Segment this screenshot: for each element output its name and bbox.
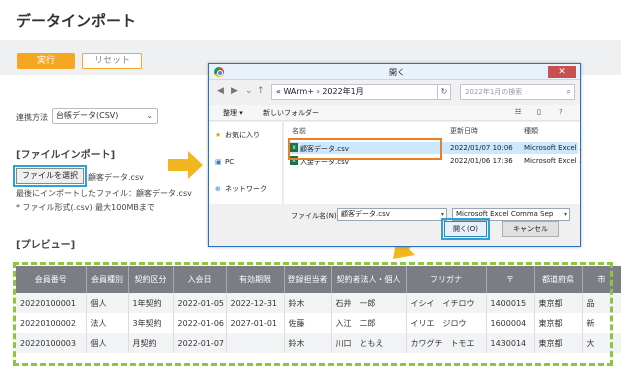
linkage-select-value: 台帳データ(CSV) <box>56 111 119 120</box>
last-import-text: 最後にインポートしたファイル：顧客データ.csv <box>16 189 192 198</box>
network-icon: ⊕ <box>215 185 221 193</box>
address-path: « WArm+ › 2022年1月 <box>276 87 364 96</box>
file-format-note: * ファイル形式(.csv) 最大100MBまで <box>16 203 155 212</box>
recent-icon[interactable]: ⌄ <box>245 86 253 96</box>
chevron-down-icon: ⌄ <box>146 111 153 120</box>
preview-heading: [プレビュー] <box>16 240 76 251</box>
chrome-icon <box>214 67 224 77</box>
nav-item-network[interactable]: ⊕ ネットワーク <box>215 184 267 194</box>
search-placeholder: 2022年1月の検索 <box>465 88 523 96</box>
column-date[interactable]: 更新日時 <box>450 126 478 136</box>
highlight-frame-preview <box>13 262 613 366</box>
open-file-dialog: 開く ✕ ◀ ▶ ⌄ ↑ « WArm+ › 2022年1月 ⌄ ↻ 2022年… <box>208 63 581 247</box>
view-icon[interactable]: ☷ <box>515 108 521 116</box>
page-header: データインポート <box>0 0 621 40</box>
highlight-frame-selected-file <box>288 138 442 160</box>
chosen-file-name: 顧客データ.csv <box>88 173 144 182</box>
linkage-label: 連携方法 <box>16 113 48 122</box>
new-folder-button[interactable]: 新しいフォルダー <box>263 108 319 118</box>
file-type: Microsoft Excel ... <box>524 144 580 152</box>
close-icon[interactable]: ✕ <box>548 66 576 78</box>
column-type[interactable]: 種類 <box>524 126 538 136</box>
file-list: 名前 更新日時 種類 x 顧客データ.csv 2022/01/07 10:06 … <box>284 122 580 204</box>
chevron-down-icon: ▾ <box>563 211 567 218</box>
choose-file-button[interactable]: ファイルを選択 <box>16 168 84 184</box>
linkage-select[interactable]: 台帳データ(CSV) ⌄ <box>52 108 158 124</box>
address-row: ◀ ▶ ⌄ ↑ « WArm+ › 2022年1月 ⌄ ↻ 2022年1月の検索… <box>215 84 575 101</box>
nav-item-pc[interactable]: ▣ PC <box>215 158 234 166</box>
file-type: Microsoft Excel ... <box>524 157 580 165</box>
organize-button[interactable]: 整理 ▾ <box>223 108 243 118</box>
file-date: 2022/01/07 10:06 <box>450 144 513 152</box>
search-input[interactable]: 2022年1月の検索 ⌕ <box>460 84 575 100</box>
nav-item-label: お気に入り <box>225 131 260 139</box>
column-name[interactable]: 名前 <box>292 126 306 136</box>
up-icon[interactable]: ↑ <box>257 86 265 96</box>
nav-item-label: PC <box>225 158 235 166</box>
page-title: データインポート <box>16 12 137 30</box>
forward-icon[interactable]: ▶ <box>231 86 238 96</box>
refresh-icon[interactable]: ↻ <box>437 84 451 100</box>
nav-item-label: ネットワーク <box>225 185 267 193</box>
dialog-title: 開く <box>389 68 405 77</box>
search-icon: ⌕ <box>566 87 571 96</box>
navigation-pane: ★ お気に入り ▣ PC ⊕ ネットワーク <box>209 122 283 204</box>
preview-pane-icon[interactable]: ▯ <box>537 108 541 116</box>
help-icon[interactable]: ? <box>559 108 563 116</box>
filename-value: 顧客データ.csv <box>341 210 390 218</box>
command-bar: 整理 ▾ 新しいフォルダー ☷ ▯ ? <box>209 105 580 121</box>
filename-input[interactable]: 顧客データ.csv ▾ <box>337 208 447 221</box>
star-icon: ★ <box>215 131 222 139</box>
file-import-heading: [ファイルインポート] <box>16 150 116 161</box>
address-bar[interactable]: « WArm+ › 2022年1月 ⌄ <box>271 84 451 100</box>
open-button[interactable]: 開く(O) <box>444 221 487 237</box>
cancel-button[interactable]: キャンセル <box>502 221 559 237</box>
filename-label: ファイル名(N): <box>291 212 340 220</box>
arrow-right-icon <box>168 151 203 179</box>
filetype-value: Microsoft Excel Comma Sep <box>456 210 554 218</box>
run-button[interactable]: 実行 <box>17 53 75 69</box>
nav-item-favorites[interactable]: ★ お気に入り <box>215 130 260 140</box>
reset-button[interactable]: リセット <box>82 53 142 69</box>
back-icon[interactable]: ◀ <box>217 86 224 96</box>
dialog-titlebar: 開く ✕ <box>209 64 580 80</box>
file-date: 2022/01/06 17:36 <box>450 157 513 165</box>
computer-icon: ▣ <box>215 158 222 166</box>
